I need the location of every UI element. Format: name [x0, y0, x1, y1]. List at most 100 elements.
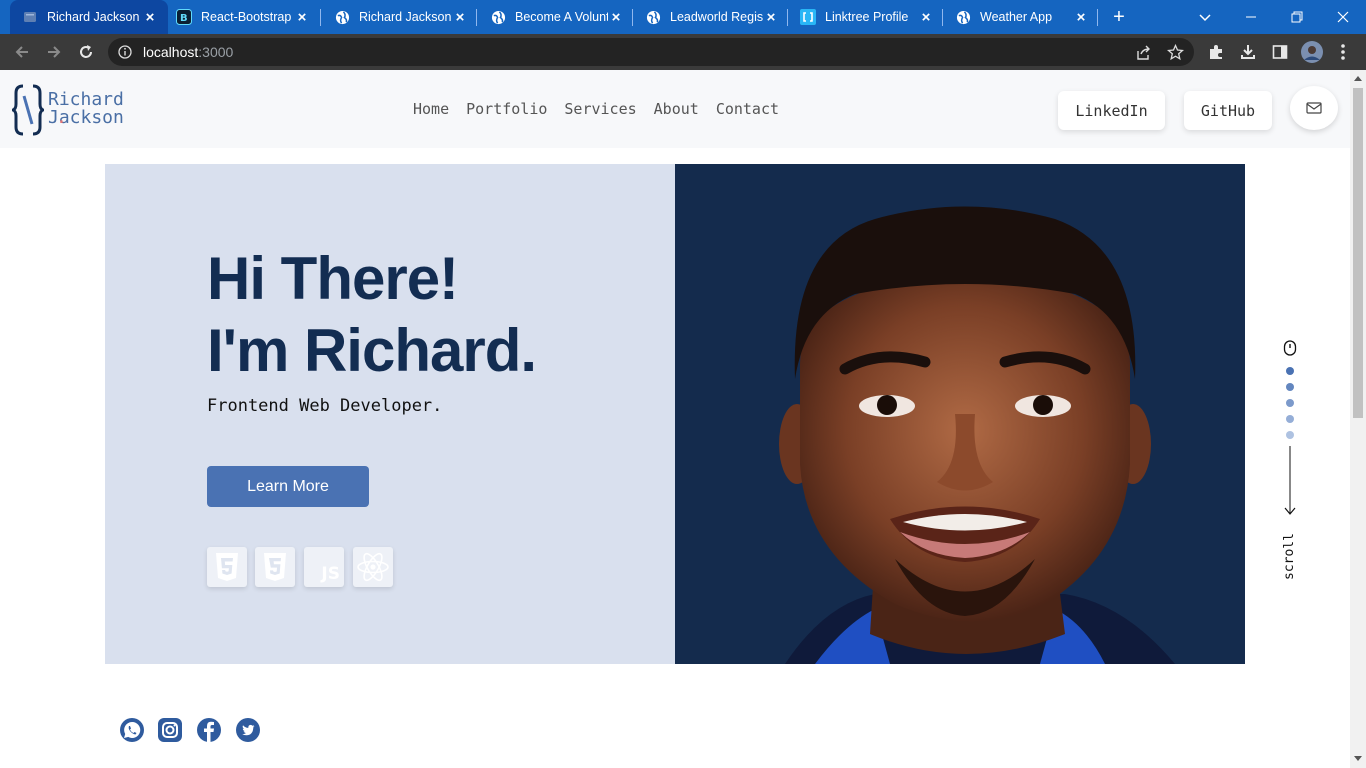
- react-icon: [353, 547, 393, 587]
- back-button[interactable]: [10, 40, 34, 64]
- url-text: localhost:3000: [143, 44, 233, 60]
- close-icon[interactable]: ×: [763, 9, 779, 26]
- arrow-left-icon: [15, 46, 28, 58]
- side-panel-button[interactable]: [1270, 42, 1290, 62]
- globe-icon: [490, 9, 506, 25]
- tab-linktree-profile[interactable]: Linktree Profile ×: [798, 0, 942, 34]
- tab-weather-app[interactable]: Weather App ×: [953, 0, 1097, 34]
- downloads-button[interactable]: [1238, 42, 1258, 62]
- github-button[interactable]: GitHub: [1184, 91, 1272, 130]
- twitter-icon[interactable]: [235, 717, 261, 743]
- page-scrollbar[interactable]: [1350, 70, 1366, 768]
- arrow-down-icon: [1284, 446, 1296, 515]
- close-icon[interactable]: ×: [608, 9, 624, 26]
- close-icon[interactable]: ×: [452, 9, 468, 26]
- globe-icon: [334, 9, 350, 25]
- globe-icon: [955, 9, 971, 25]
- main-nav: Home Portfolio Services About Contact: [413, 100, 779, 118]
- close-icon[interactable]: ×: [1073, 9, 1089, 26]
- globe-icon: [645, 9, 661, 25]
- scroll-dot: [1286, 367, 1294, 375]
- nav-services[interactable]: Services: [564, 100, 636, 118]
- extensions-button[interactable]: [1206, 42, 1226, 62]
- tab-title: Weather App: [980, 10, 1053, 24]
- tab-leadworld-registration[interactable]: Leadworld Regist ×: [643, 0, 787, 34]
- css3-icon: [255, 547, 295, 587]
- tab-richard-jackson-active[interactable]: Richard Jackson ×: [10, 0, 168, 34]
- scroll-dot: [1286, 399, 1294, 407]
- address-bar[interactable]: localhost:3000: [108, 38, 1194, 66]
- linkedin-button[interactable]: LinkedIn: [1058, 91, 1165, 130]
- nav-home[interactable]: Home: [413, 100, 449, 118]
- close-icon[interactable]: ×: [918, 9, 934, 26]
- reload-icon: [80, 45, 92, 58]
- tab-title: Leadworld Regist: [670, 10, 763, 24]
- tab-title: Become A Volunt: [515, 10, 608, 24]
- tab-react-bootstrap[interactable]: B React-Bootstrap ×: [174, 0, 318, 34]
- tab-separator: [942, 9, 943, 26]
- learn-more-button[interactable]: Learn More: [207, 466, 369, 507]
- chevron-down-icon: [1199, 14, 1211, 22]
- kebab-menu-icon: [1341, 44, 1345, 60]
- avatar-icon: [1301, 41, 1323, 63]
- puzzle-icon: [1210, 45, 1222, 59]
- new-tab-button[interactable]: +: [1097, 0, 1141, 34]
- logo-dot: .: [56, 107, 67, 128]
- profile-avatar[interactable]: [1301, 41, 1323, 63]
- scroll-up-arrow-icon[interactable]: [1354, 75, 1362, 81]
- minimize-icon: [1246, 16, 1256, 18]
- tab-title: Richard Jackson: [47, 10, 140, 24]
- site-header: Richard Jackson. Home Portfolio Services…: [0, 70, 1350, 148]
- hero-intro-panel: Hi There! I'm Richard. Frontend Web Deve…: [105, 164, 675, 664]
- html5-icon: [207, 547, 247, 587]
- scroll-down-arrow-icon[interactable]: [1354, 756, 1362, 762]
- curly-braces-logo-icon: [12, 84, 44, 136]
- download-icon: [1241, 45, 1255, 59]
- share-icon[interactable]: [1135, 44, 1152, 61]
- tab-search-button[interactable]: [1182, 0, 1228, 34]
- close-window-button[interactable]: [1320, 0, 1366, 34]
- browser-menu-button[interactable]: [1333, 42, 1353, 62]
- tab-separator: [632, 9, 633, 26]
- envelope-icon: [1306, 102, 1322, 114]
- facebook-icon[interactable]: [196, 717, 222, 743]
- javascript-icon: JS: [304, 547, 344, 587]
- close-icon[interactable]: ×: [294, 9, 310, 26]
- url-host: localhost: [143, 44, 199, 60]
- tab-separator: [476, 9, 477, 26]
- instagram-icon[interactable]: [157, 717, 183, 743]
- mail-button[interactable]: [1290, 86, 1338, 130]
- minimize-button[interactable]: [1228, 0, 1274, 34]
- forward-button[interactable]: [42, 40, 66, 64]
- arrow-right-icon: [48, 46, 61, 58]
- tab-become-a-volunteer[interactable]: Become A Volunt ×: [488, 0, 632, 34]
- restore-icon: [1291, 11, 1303, 23]
- tab-title: Richard Jackson: [359, 10, 452, 24]
- restore-button[interactable]: [1274, 0, 1320, 34]
- tab-title: Linktree Profile: [825, 10, 909, 24]
- reload-button[interactable]: [74, 40, 98, 64]
- site-logo[interactable]: Richard Jackson.: [12, 84, 142, 136]
- close-icon[interactable]: ×: [142, 9, 158, 26]
- browser-toolbar: localhost:3000: [0, 34, 1366, 70]
- logo-text: Richard Jackson.: [48, 91, 124, 127]
- star-icon[interactable]: [1167, 44, 1184, 61]
- close-icon: [1337, 11, 1349, 23]
- scroll-dot: [1286, 415, 1294, 423]
- page-icon: [22, 9, 38, 25]
- scrollbar-thumb[interactable]: [1353, 88, 1363, 418]
- mouse-icon: [1283, 340, 1297, 356]
- nav-contact[interactable]: Contact: [716, 100, 779, 118]
- hero-subtitle: Frontend Web Developer.: [207, 396, 443, 416]
- nav-portfolio[interactable]: Portfolio: [466, 100, 547, 118]
- scroll-dot: [1286, 383, 1294, 391]
- tab-richard-jackson[interactable]: Richard Jackson ×: [332, 0, 476, 34]
- tab-separator: [320, 9, 321, 26]
- whatsapp-icon[interactable]: [119, 717, 145, 743]
- nav-about[interactable]: About: [654, 100, 699, 118]
- hero-portrait-panel: [675, 164, 1245, 664]
- info-icon[interactable]: [118, 45, 132, 59]
- tab-title: React-Bootstrap: [201, 10, 292, 24]
- side-panel-icon: [1272, 45, 1288, 59]
- scroll-indicator[interactable]: scroll: [1278, 340, 1302, 590]
